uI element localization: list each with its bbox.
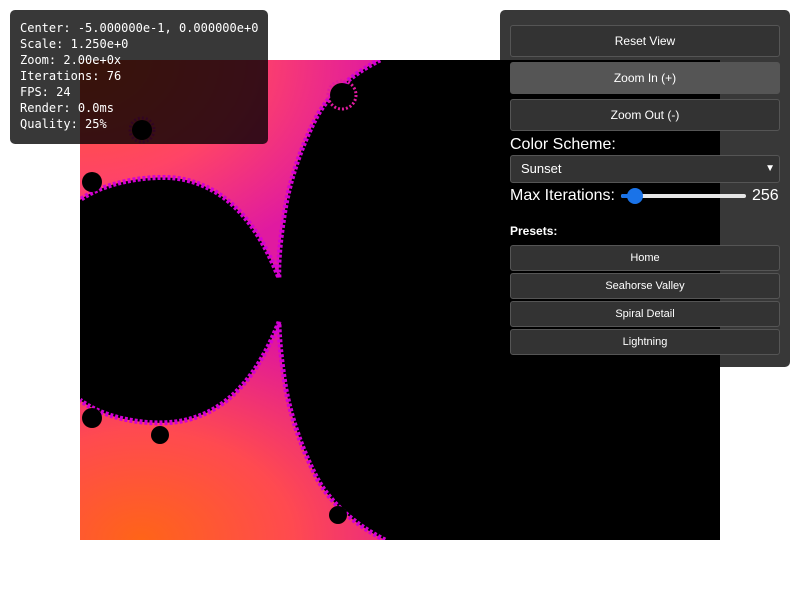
preset-seahorse-valley-button[interactable]: Seahorse Valley xyxy=(510,273,780,299)
scale-value: 1.250e+0 xyxy=(70,37,129,51)
quality-value: 25% xyxy=(85,117,107,131)
render-readout: Render: 0.0ms xyxy=(20,100,258,116)
info-overlay: Center: -5.000000e-1, 0.000000e+0 Scale:… xyxy=(10,10,268,144)
quality-readout: Quality: 25% xyxy=(20,116,258,132)
color-scheme-value: Sunset xyxy=(521,161,562,176)
max-iterations-slider[interactable] xyxy=(620,188,746,204)
preset-home-button[interactable]: Home xyxy=(510,245,780,271)
zoom-readout: Zoom: 2.00e+0x xyxy=(20,52,258,68)
color-scheme-select[interactable]: Sunset ▼ xyxy=(510,155,780,183)
center-label: Center: xyxy=(20,21,71,35)
slider-thumb[interactable] xyxy=(627,188,644,204)
scale-readout: Scale: 1.250e+0 xyxy=(20,36,258,52)
scale-label: Scale: xyxy=(20,37,64,51)
quality-label: Quality: xyxy=(20,117,78,131)
center-value: -5.000000e-1, 0.000000e+0 xyxy=(77,21,259,35)
reset-view-button[interactable]: Reset View xyxy=(510,25,780,57)
render-label: Render: xyxy=(20,101,71,115)
render-value: 0.0ms xyxy=(77,101,114,115)
chevron-down-icon: ▼ xyxy=(765,163,775,174)
fps-value: 24 xyxy=(56,85,71,99)
color-scheme-label: Color Scheme: xyxy=(510,136,616,153)
fps-label: FPS: xyxy=(20,85,49,99)
center-readout: Center: -5.000000e-1, 0.000000e+0 xyxy=(20,20,258,36)
control-panel: Reset View Zoom In (+) Zoom Out (-) Colo… xyxy=(500,10,790,367)
zoom-label: Zoom: xyxy=(20,53,57,67)
presets-title: Presets: xyxy=(510,224,558,238)
iterations-label: Iterations: xyxy=(20,69,100,83)
preset-spiral-detail-button[interactable]: Spiral Detail xyxy=(510,301,780,327)
zoom-in-button[interactable]: Zoom In (+) xyxy=(510,62,780,94)
zoom-value: 2.00e+0x xyxy=(63,53,122,67)
max-iterations-value: 256 xyxy=(751,187,779,204)
max-iterations-row: Max Iterations: 256 xyxy=(510,185,780,207)
zoom-out-button[interactable]: Zoom Out (-) xyxy=(510,99,780,131)
preset-lightning-button[interactable]: Lightning xyxy=(510,329,780,355)
fps-readout: FPS: 24 xyxy=(20,84,258,100)
iterations-readout: Iterations: 76 xyxy=(20,68,258,84)
max-iterations-label: Max Iterations: xyxy=(510,187,615,204)
iterations-value: 76 xyxy=(106,69,122,83)
